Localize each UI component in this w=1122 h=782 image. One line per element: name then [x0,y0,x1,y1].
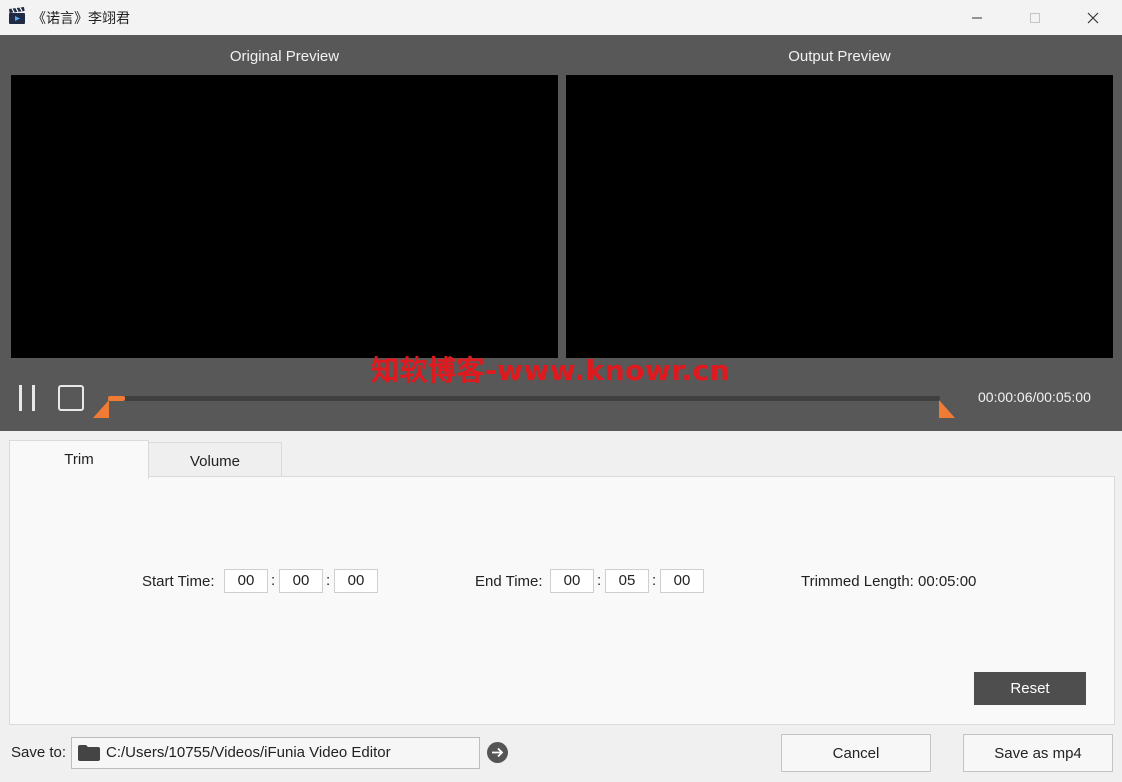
maximize-icon [1030,12,1040,23]
tab-volume[interactable]: Volume [148,442,282,479]
trim-start-handle[interactable] [93,400,109,418]
clapperboard-icon [9,7,25,24]
start-minutes-input[interactable] [279,569,323,593]
colon: : [326,572,331,589]
cancel-button[interactable]: Cancel [781,734,931,772]
colon: : [271,572,276,589]
end-minutes-input[interactable] [605,569,649,593]
tab-trim-label: Trim [64,451,94,468]
arrow-right-icon [492,747,504,758]
close-button[interactable] [1064,0,1122,35]
save-to-label: Save to: [11,744,67,761]
start-hours-input[interactable] [224,569,268,593]
watermark: 知软博客-www.knowr.cn [371,354,731,387]
folder-icon [78,745,100,761]
minimize-icon [972,17,982,18]
end-time-label: End Time: [475,573,543,590]
player-area: Original Preview Output Preview 知软博客-www… [0,35,1122,431]
start-seconds-input[interactable] [334,569,378,593]
original-preview-label: Original Preview [229,48,340,65]
pause-button[interactable] [15,385,39,411]
stop-button[interactable] [58,385,84,411]
timeline-progress [108,396,125,401]
end-seconds-input[interactable] [660,569,704,593]
trim-end-handle[interactable] [939,400,955,418]
minimize-button[interactable] [948,0,1006,35]
trimmed-length: Trimmed Length: 00:05:00 [801,573,977,590]
start-time-label: Start Time: [142,573,215,590]
save-path-field[interactable]: C:/Users/10755/Videos/iFunia Video Edito… [71,737,480,769]
maximize-button[interactable] [1006,0,1064,35]
original-preview-screen [11,75,558,358]
trim-panel: Start Time: : : End Time: : : Trimmed Le… [9,476,1115,725]
end-hours-input[interactable] [550,569,594,593]
output-preview-label: Output Preview [788,48,891,65]
close-icon [1087,12,1099,23]
save-as-mp4-button[interactable]: Save as mp4 [963,734,1113,772]
browse-button[interactable] [487,742,508,763]
pause-icon-bar-right [32,385,35,411]
colon: : [652,572,657,589]
output-preview-screen [566,75,1113,358]
reset-button[interactable]: Reset [974,672,1086,705]
title-bar: 《诺言》李翊君 [0,0,1122,35]
tab-volume-label: Volume [189,452,241,470]
tab-trim[interactable]: Trim [9,440,149,479]
colon: : [597,572,602,589]
save-path-text: C:/Users/10755/Videos/iFunia Video Edito… [106,744,391,761]
timeline-track[interactable] [108,396,940,401]
timecode: 00:00:06/00:05:00 [978,389,1091,405]
pause-icon-bar-left [19,385,22,411]
window-title: 《诺言》李翊君 [32,11,130,27]
